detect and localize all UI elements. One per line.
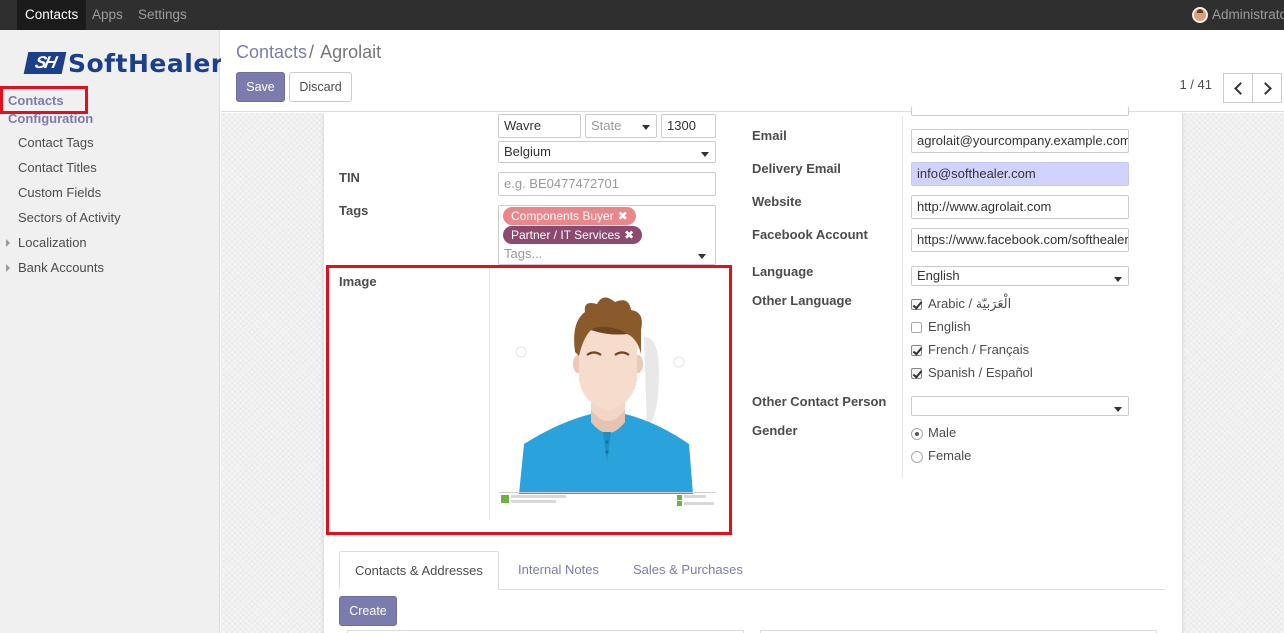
checkbox-spanish[interactable] xyxy=(911,368,922,379)
highlight-image-box xyxy=(326,265,732,535)
caret-right-icon xyxy=(6,239,10,247)
sidebar-item-sectors[interactable]: Sectors of Activity xyxy=(18,210,121,225)
sidebar-item-contact-titles[interactable]: Contact Titles xyxy=(18,160,97,175)
control-panel: Contacts / Agrolait Save Discard 1 / 41 xyxy=(221,30,1284,112)
user-menu[interactable]: Administrator xyxy=(1192,0,1284,30)
tab-internal-notes[interactable]: Internal Notes xyxy=(518,562,599,577)
tab-sales-purchases[interactable]: Sales & Purchases xyxy=(633,562,743,577)
delivery-email-label: Delivery Email xyxy=(752,161,841,176)
tags-label: Tags xyxy=(339,203,369,218)
tab-contacts-addresses[interactable]: Contacts & Addresses xyxy=(339,551,499,590)
breadcrumb-current: Agrolait xyxy=(320,42,382,62)
tin-label: TIN xyxy=(339,170,360,185)
sidebar-item-custom-fields[interactable]: Custom Fields xyxy=(18,185,101,200)
nav-contacts[interactable]: Contacts xyxy=(17,0,87,30)
remove-tag-icon[interactable]: ✖ xyxy=(624,228,634,242)
user-avatar-icon xyxy=(1192,7,1208,23)
option-female: Female xyxy=(928,448,972,463)
option-french: French / Français xyxy=(928,342,1030,357)
column-divider xyxy=(902,116,903,478)
option-spanish: Spanish / Español xyxy=(928,365,1033,380)
radio-female[interactable] xyxy=(911,451,923,463)
user-name: Administrator xyxy=(1212,7,1284,22)
other-language-label: Other Language xyxy=(752,293,852,308)
pager-previous-icon[interactable] xyxy=(1223,73,1253,103)
option-arabic: Arabic / الْعَرَبيّة xyxy=(928,296,1012,311)
option-male: Male xyxy=(928,425,957,440)
other-contact-label: Other Contact Person xyxy=(752,394,887,409)
website-label: Website xyxy=(752,194,802,209)
breadcrumb: Contacts / Agrolait xyxy=(236,42,381,63)
checkbox-english[interactable] xyxy=(911,322,922,333)
pager-next-icon[interactable] xyxy=(1252,73,1282,103)
checkbox-french[interactable] xyxy=(911,345,922,356)
city-field[interactable]: Wavre xyxy=(498,114,581,138)
save-button[interactable]: Save xyxy=(236,72,285,102)
gender-label: Gender xyxy=(752,423,798,438)
tag-partner-it-services[interactable]: Partner / IT Services ✖ xyxy=(503,226,643,244)
language-label: Language xyxy=(752,264,814,279)
nav-apps[interactable]: Apps xyxy=(92,0,123,30)
caret-right-icon xyxy=(6,264,10,272)
discard-button[interactable]: Discard xyxy=(289,72,352,102)
create-button[interactable]: Create xyxy=(339,596,397,626)
email-field[interactable]: agrolait@yourcompany.example.com xyxy=(911,129,1129,153)
highlight-contacts-box xyxy=(0,86,88,114)
tags-input[interactable]: Tags... xyxy=(504,246,542,261)
remove-tag-icon[interactable]: ✖ xyxy=(618,209,628,223)
facebook-field[interactable]: https://www.facebook.com/softhealer xyxy=(911,228,1129,252)
radio-male[interactable] xyxy=(911,428,923,440)
zip-field[interactable]: 1300 xyxy=(661,114,716,138)
breadcrumb-parent[interactable]: Contacts xyxy=(236,42,307,62)
tag-label: Partner / IT Services xyxy=(511,228,621,242)
other-contact-select[interactable] xyxy=(911,396,1129,416)
company-logo: SH SoftHealer xyxy=(23,48,224,78)
delivery-email-field[interactable]: info@softhealer.com xyxy=(911,162,1129,186)
facebook-label: Facebook Account xyxy=(752,227,868,242)
street2-field-edge[interactable] xyxy=(911,106,1129,116)
tin-field[interactable]: e.g. BE0477472701 xyxy=(498,172,716,196)
top-navbar: Contacts Apps Settings Administrator xyxy=(0,0,1284,30)
sidebar-item-bank-accounts[interactable]: Bank Accounts xyxy=(18,260,104,275)
sidebar-item-localization[interactable]: Localization xyxy=(18,235,87,250)
country-select[interactable]: Belgium xyxy=(498,141,716,163)
language-select[interactable]: English xyxy=(911,266,1129,286)
tag-label: Components Buyer xyxy=(511,209,614,223)
option-english: English xyxy=(928,319,971,334)
tag-components-buyer[interactable]: Components Buyer ✖ xyxy=(503,207,636,225)
sidebar: SH SoftHealer Contacts Configuration Con… xyxy=(0,30,223,633)
nav-settings[interactable]: Settings xyxy=(138,0,187,30)
state-select[interactable]: State xyxy=(585,114,657,138)
tags-dropdown-icon[interactable] xyxy=(698,254,706,259)
logo-mark-icon: SH xyxy=(23,52,67,74)
checkbox-arabic[interactable] xyxy=(911,299,922,310)
website-field[interactable]: http://www.agrolait.com xyxy=(911,195,1129,219)
pager-value: 1 / 41 xyxy=(1179,77,1212,92)
email-label: Email xyxy=(752,128,787,143)
logo-text: SoftHealer xyxy=(68,48,224,78)
breadcrumb-separator: / xyxy=(309,42,315,62)
sidebar-item-contact-tags[interactable]: Contact Tags xyxy=(18,135,94,150)
